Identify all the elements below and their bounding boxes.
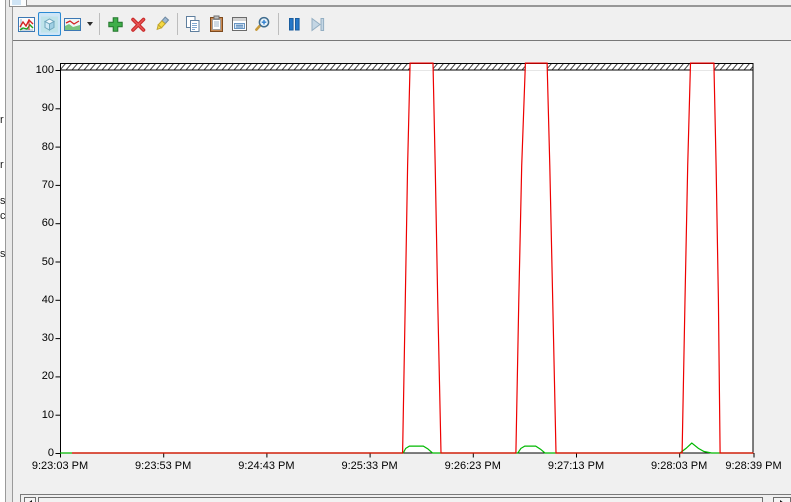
cutoff-toolbar-icon bbox=[9, 0, 27, 7]
spike-gap bbox=[690, 64, 714, 71]
y-axis-label: 30 bbox=[41, 332, 54, 345]
performance-monitor-window: rrscs 100 90 80 70 60 50 40 30 20 10 0 9… bbox=[0, 0, 791, 502]
freeze-display-button[interactable] bbox=[283, 12, 306, 36]
x-axis-label: 9:25:33 PM bbox=[341, 460, 398, 472]
change-graph-type-button[interactable] bbox=[61, 12, 84, 36]
x-axis-label: 9:28:39 PM bbox=[725, 460, 782, 472]
chart-area[interactable]: 100 90 80 70 60 50 40 30 20 10 0 9:23:03 PM 9:23:53 … bbox=[0, 41, 791, 494]
toolbar-separator bbox=[99, 13, 100, 35]
spike-gap bbox=[525, 64, 548, 71]
x-axis-label: 9:23:53 PM bbox=[135, 460, 192, 472]
copy-icon bbox=[184, 15, 203, 34]
y-axis-label: 70 bbox=[41, 178, 54, 191]
toolbar-separator bbox=[278, 13, 279, 35]
plot-area[interactable] bbox=[60, 63, 754, 453]
scroll-right-button[interactable] bbox=[773, 497, 791, 502]
horizontal-scrollbar[interactable] bbox=[20, 494, 791, 502]
change-graph-type-dropdown-button[interactable] bbox=[84, 12, 95, 36]
y-axis-label: 60 bbox=[41, 217, 54, 230]
chart-line-icon bbox=[17, 15, 36, 34]
properties-button[interactable] bbox=[228, 12, 251, 36]
y-axis-label: 0 bbox=[47, 447, 54, 459]
scroll-left-button[interactable] bbox=[24, 497, 36, 502]
y-axis-label: 20 bbox=[41, 370, 54, 383]
magnifier-icon bbox=[253, 15, 272, 34]
zoom-button[interactable] bbox=[251, 12, 274, 36]
y-axis-label: 40 bbox=[41, 293, 54, 306]
update-data-button[interactable] bbox=[306, 12, 329, 36]
add-counter-button[interactable] bbox=[104, 12, 127, 36]
copy-properties-button[interactable] bbox=[182, 12, 205, 36]
plus-icon bbox=[106, 15, 125, 34]
toolbar-top-divider bbox=[13, 5, 791, 7]
view-current-activity-button[interactable] bbox=[15, 12, 38, 36]
y-axis-label: 10 bbox=[41, 408, 54, 421]
cube-icon bbox=[40, 15, 59, 34]
highlighter-icon bbox=[152, 15, 171, 34]
x-axis-label: 9:23:03 PM bbox=[31, 460, 89, 472]
paste-counter-list-button[interactable] bbox=[205, 12, 228, 36]
scrollbar-thumb[interactable] bbox=[38, 497, 763, 502]
spike-gap bbox=[410, 64, 433, 71]
step-forward-icon bbox=[308, 15, 327, 34]
x-axis-label: 9:26:23 PM bbox=[444, 460, 501, 472]
y-axis-label: 80 bbox=[41, 140, 54, 153]
view-log-data-button[interactable] bbox=[38, 12, 61, 36]
pause-icon bbox=[285, 15, 304, 34]
highlight-button[interactable] bbox=[150, 12, 173, 36]
graph-image-icon bbox=[63, 15, 82, 34]
y-axis-label: 50 bbox=[41, 255, 54, 268]
ceiling-hatch-band bbox=[60, 63, 753, 70]
y-axis-label: 100 bbox=[35, 64, 54, 76]
delete-counter-button[interactable] bbox=[127, 12, 150, 36]
red-x-icon bbox=[129, 15, 148, 34]
chart-canvas[interactable] bbox=[0, 41, 791, 502]
chevron-down-icon bbox=[86, 22, 93, 26]
perfmon-toolbar bbox=[13, 8, 791, 40]
x-axis-label: 9:24:43 PM bbox=[238, 460, 295, 472]
x-axis-label: 9:27:13 PM bbox=[547, 460, 605, 472]
y-axis-label: 90 bbox=[41, 102, 54, 115]
properties-icon bbox=[230, 15, 249, 34]
clipboard-icon bbox=[207, 15, 226, 34]
toolbar-separator bbox=[177, 13, 178, 35]
